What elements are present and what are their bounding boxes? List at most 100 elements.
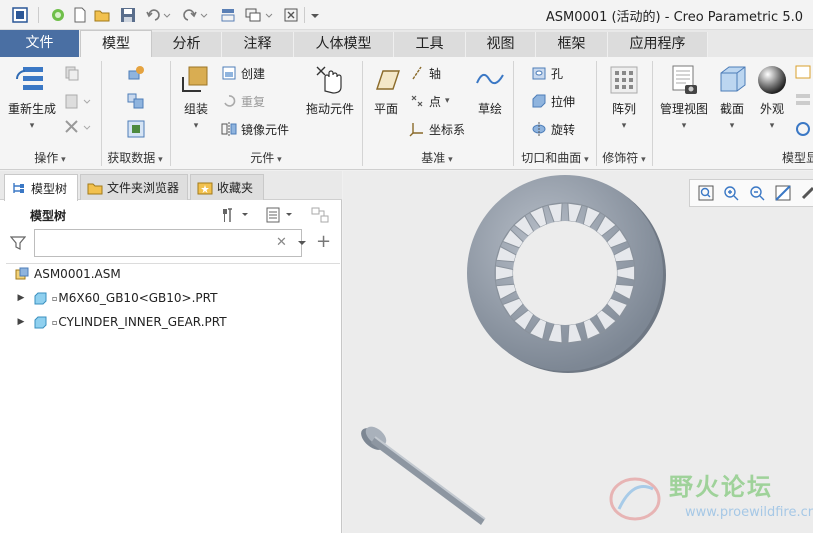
add-filter-icon[interactable]: + [316,232,331,252]
appearance-label: 外观 [759,102,784,116]
pattern-button[interactable]: 阵列 ▾ [602,63,646,131]
shrinkwrap-icon[interactable] [126,119,146,142]
group-component[interactable]: 元件 [220,149,312,167]
manage-views-button[interactable]: 管理视图 ▾ [656,63,712,131]
forum-watermark: 野火论坛 www.proewildfire.cn [603,467,813,529]
tab-file[interactable]: 文件 [0,30,80,57]
clear-search-icon[interactable]: ✕ [276,235,287,250]
assemble-button[interactable]: 组装 ▾ [176,63,216,131]
watermark-url: www.proewildfire.cn [685,505,813,520]
group-modifier[interactable]: 修饰符 [598,149,650,167]
model-tree-title: 模型树 [30,209,67,223]
section-button[interactable]: 截面 ▾ [714,63,750,131]
sketch-button[interactable]: 草绘 [472,63,508,117]
tab-model[interactable]: 模型 [80,30,152,57]
tree-item-part[interactable]: ▶ ▫ CYLINDER_INNER_GEAR.PRT [14,311,227,333]
zoom-in-icon[interactable] [722,183,742,203]
open-icon[interactable] [93,5,113,25]
group-datum[interactable]: 基准 [392,149,482,167]
section-icon [720,66,746,92]
pattern-icon [610,66,638,94]
assemble-label: 组装 [183,102,208,116]
paste-icon[interactable] [64,93,94,112]
refit-icon[interactable] [696,183,716,203]
drag-component-button[interactable]: 拖动元件 [302,63,358,117]
tab-applications[interactable]: 应用程序 [608,32,708,57]
inner-gear-model[interactable] [461,173,671,383]
repaint-icon[interactable] [773,183,793,203]
layers-icon[interactable] [794,91,813,114]
tree-item-root[interactable]: ASM0001.ASM [10,263,121,285]
plane-button[interactable]: 平面 [368,63,404,117]
create-button[interactable]: 创建 [220,63,265,83]
new-icon[interactable] [70,5,90,25]
undo-icon[interactable] [143,5,173,25]
axis-button[interactable]: 轴 [408,63,441,83]
revolve-button[interactable]: 旋转 [530,119,575,139]
axis-label: 轴 [429,66,442,81]
divider [513,61,514,166]
filter-icon[interactable] [9,235,27,254]
zoom-out-icon[interactable] [747,183,767,203]
user-defined-feature-icon[interactable] [126,63,146,86]
display-style-icon[interactable] [794,63,813,86]
manage-views-label: 管理视图 [659,102,708,116]
expand-arrow-icon[interactable]: ▶ [14,317,28,327]
tree-filter-row: ✕ + [9,229,336,257]
sketch-icon [476,73,504,85]
divider [362,61,363,166]
tree-settings-button[interactable] [220,205,250,225]
group-model-display[interactable]: 模型显 [740,149,813,167]
tab-analysis[interactable]: 分析 [152,32,222,57]
tree-filter-disabled-button[interactable] [310,205,332,225]
search-options-dropdown-icon[interactable] [297,237,307,251]
sketch-label: 草绘 [477,102,502,116]
tab-model-tree[interactable]: 模型树 [4,174,78,201]
tab-framework[interactable]: 框架 [536,32,608,57]
window-icon[interactable] [218,5,238,25]
app-icon[interactable] [10,5,30,25]
scene-icon[interactable] [794,119,813,142]
tab-favorites-label: 收藏夹 [217,181,254,195]
display-style-icon[interactable] [798,183,813,203]
group-get-data[interactable]: 获取数据 [102,149,168,167]
tree-item-label: ASM0001.ASM [34,267,121,281]
tab-annotate[interactable]: 注释 [222,32,294,57]
regenerate-icon[interactable] [48,5,68,25]
appearance-button[interactable]: 外观 ▾ [754,63,790,131]
close-window-icon[interactable] [282,5,300,25]
tab-view[interactable]: 视图 [466,32,536,57]
tab-tools[interactable]: 工具 [394,32,466,57]
tree-search-input[interactable] [34,229,302,257]
tab-favorites[interactable]: 收藏夹 [190,174,264,200]
copy-geometry-icon[interactable] [126,91,146,114]
switch-window-icon[interactable] [242,5,276,25]
regenerate-button[interactable]: 重新生成 ▾ [4,63,60,131]
tab-folder-browser[interactable]: 文件夹浏览器 [80,174,188,200]
graphics-viewport[interactable]: 野火论坛 www.proewildfire.cn [343,171,813,533]
point-button[interactable]: 点 ▾ [408,91,450,111]
ribbon: 重新生成 ▾ 操作 获取数据 组装 ▾ 创建 重复 镜像元件 拖动 [0,57,813,170]
create-icon [220,64,238,82]
create-label: 创建 [241,66,266,81]
repeat-button[interactable]: 重复 [220,91,265,111]
bolt-model[interactable] [357,419,497,529]
expand-arrow-icon[interactable]: ▶ [14,293,28,303]
tab-manikin[interactable]: 人体模型 [294,32,394,57]
delete-icon[interactable] [64,119,94,138]
save-icon[interactable] [118,5,138,25]
tree-show-button[interactable] [264,205,294,225]
group-cut-surface[interactable]: 切口和曲面 [516,149,594,167]
model-tree-icon [11,180,27,196]
customize-icon[interactable] [308,5,322,25]
suppressed-marker-icon: ▫ [52,293,58,303]
mirror-component-button[interactable]: 镜像元件 [220,119,289,139]
redo-icon[interactable] [180,5,210,25]
extrude-button[interactable]: 拉伸 [530,91,575,111]
group-operations[interactable]: 操作 [0,149,100,167]
csys-button[interactable]: 坐标系 [408,119,465,139]
tree-item-part[interactable]: ▶ ▫ M6X60_GB10<GB10>.PRT [14,287,218,309]
hole-button[interactable]: 孔 [530,63,563,83]
tree-item-label: CYLINDER_INNER_GEAR.PRT [58,315,227,329]
copy-icon[interactable] [64,65,80,84]
